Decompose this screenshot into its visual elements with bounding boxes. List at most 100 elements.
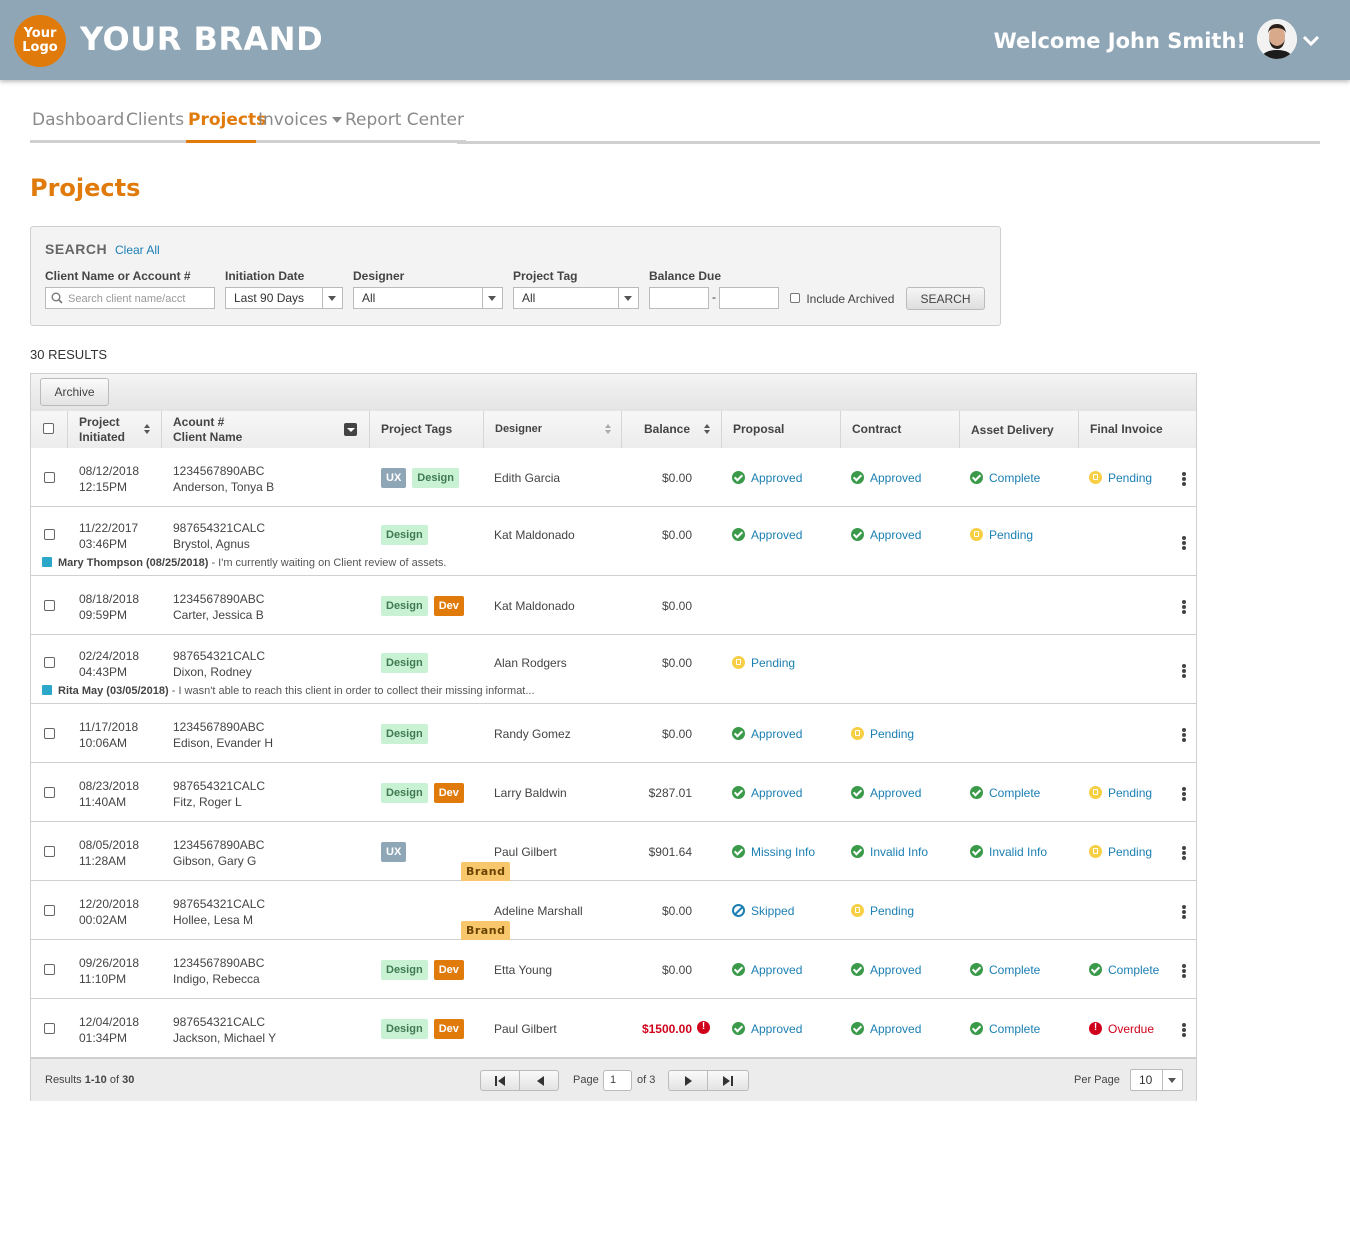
header-project-initiated[interactable]: Project Initiated	[68, 411, 162, 448]
contract-status[interactable]: Approved	[851, 528, 921, 542]
client-name[interactable]: Carter, Jessica B	[173, 608, 264, 622]
asset-status[interactable]: Complete	[970, 471, 1040, 485]
row-checkbox[interactable]	[44, 657, 55, 668]
client-name[interactable]: Fitz, Roger L	[173, 795, 242, 809]
contract-status[interactable]: Approved	[851, 786, 921, 800]
final-status[interactable]: Complete	[1089, 963, 1159, 977]
header-designer[interactable]: Designer	[484, 411, 622, 448]
proposal-status[interactable]: Approved	[732, 1022, 802, 1036]
archive-button[interactable]: Archive	[40, 378, 109, 406]
row-menu-icon[interactable]	[1182, 846, 1186, 860]
first-page-button[interactable]	[480, 1070, 520, 1091]
row-menu-icon[interactable]	[1182, 905, 1186, 919]
row-checkbox[interactable]	[44, 846, 55, 857]
table-row[interactable]: 08/23/2018 11:40AM 987654321CALC Fitz, Roge…	[31, 763, 1196, 822]
contract-status[interactable]: Approved	[851, 471, 921, 485]
row-checkbox[interactable]	[44, 1023, 55, 1034]
row-menu-icon[interactable]	[1182, 728, 1186, 742]
contract-status[interactable]: Approved	[851, 963, 921, 977]
client-name[interactable]: Gibson, Gary G	[173, 854, 256, 868]
client-search-input[interactable]: Search client name/acct	[45, 287, 215, 309]
table-row[interactable]: 08/18/2018 09:59PM 1234567890ABC Carter, Je…	[31, 576, 1196, 635]
next-page-button[interactable]	[668, 1070, 708, 1091]
balance-max-input[interactable]	[719, 287, 779, 309]
contract-status[interactable]: Invalid Info	[851, 845, 928, 859]
client-name[interactable]: Brystol, Agnus	[173, 537, 250, 551]
nav-report-center[interactable]: Report Center	[343, 110, 466, 143]
proposal-status[interactable]: Approved	[732, 528, 802, 542]
sort-icon[interactable]	[605, 424, 611, 436]
select-all-checkbox[interactable]	[43, 423, 54, 434]
balance-min-input[interactable]	[649, 287, 709, 309]
nav-dashboard[interactable]: Dashboard	[30, 110, 127, 143]
client-name[interactable]: Edison, Evander H	[173, 736, 273, 750]
table-row[interactable]: 09/26/2018 11:10PM 1234567890ABC Indigo, Re…	[31, 940, 1196, 999]
client-name[interactable]: Anderson, Tonya B	[173, 480, 274, 494]
row-menu-icon[interactable]	[1182, 787, 1186, 801]
sort-icon[interactable]	[144, 424, 150, 436]
table-row[interactable]: 08/12/2018 12:15PM 1234567890ABC Anderson, …	[31, 448, 1196, 507]
proposal-status[interactable]: Pending	[732, 656, 795, 670]
header-balance[interactable]: Balance	[622, 411, 722, 448]
row-checkbox[interactable]	[44, 472, 55, 483]
last-page-button[interactable]	[707, 1070, 749, 1091]
row-menu-icon[interactable]	[1182, 1023, 1186, 1037]
avatar[interactable]	[1257, 19, 1297, 59]
prev-page-button[interactable]	[519, 1070, 559, 1091]
row-checkbox[interactable]	[44, 600, 55, 611]
row-checkbox[interactable]	[44, 529, 55, 540]
table-row[interactable]: 08/05/2018 11:28AM 1234567890ABC Gibson, Ga…	[31, 822, 1196, 882]
project-tag-select[interactable]: All	[513, 287, 639, 309]
final-status[interactable]: Pending	[1089, 786, 1152, 800]
asset-status[interactable]: Complete	[970, 1022, 1040, 1036]
contract-status[interactable]: Pending	[851, 904, 914, 918]
table-row[interactable]: 12/20/2018 00:02AM 987654321CALC Hollee, Le…	[31, 881, 1196, 941]
initiation-date-select[interactable]: Last 90 Days	[225, 287, 343, 309]
row-menu-icon[interactable]	[1182, 964, 1186, 978]
logo[interactable]: Your Logo	[14, 15, 66, 67]
row-menu-icon[interactable]	[1182, 536, 1186, 550]
row-menu-icon[interactable]	[1182, 472, 1186, 486]
table-row[interactable]: 02/24/2018 04:43PM 987654321CALC Dixon, Rod…	[31, 635, 1196, 704]
row-checkbox[interactable]	[44, 728, 55, 739]
proposal-status[interactable]: Approved	[732, 786, 802, 800]
include-archived-checkbox[interactable]	[790, 293, 800, 303]
final-status[interactable]: Pending	[1089, 471, 1152, 485]
client-name[interactable]: Hollee, Lesa M	[173, 913, 253, 927]
contract-status[interactable]: Approved	[851, 1022, 921, 1036]
nav-clients[interactable]: Clients	[124, 110, 187, 143]
client-name[interactable]: Jackson, Michael Y	[173, 1031, 276, 1045]
proposal-status[interactable]: Approved	[732, 471, 802, 485]
chevron-down-icon[interactable]	[1303, 36, 1319, 46]
final-status[interactable]: Overdue	[1089, 1021, 1154, 1036]
include-archived-option[interactable]: Include Archived	[790, 292, 894, 306]
asset-status[interactable]: Pending	[970, 528, 1033, 542]
table-row[interactable]: 11/17/2018 10:06AM 1234567890ABC Edison, Ev…	[31, 704, 1196, 763]
table-row[interactable]: 12/04/2018 01:34PM 987654321CALC Jackson, M…	[31, 999, 1196, 1058]
row-checkbox[interactable]	[44, 905, 55, 916]
clear-all-link[interactable]: Clear All	[115, 243, 160, 257]
table-row[interactable]: 11/22/2017 03:46PM 987654321CALC Brystol, A…	[31, 507, 1196, 576]
row-menu-icon[interactable]	[1182, 600, 1186, 614]
nav-invoices[interactable]: Invoices	[256, 110, 344, 143]
per-page-select[interactable]: 10	[1130, 1069, 1183, 1091]
asset-status[interactable]: Complete	[970, 963, 1040, 977]
search-button[interactable]: SEARCH	[906, 287, 985, 310]
designer-select[interactable]: All	[353, 287, 503, 309]
proposal-status[interactable]: Missing Info	[732, 845, 815, 859]
row-checkbox[interactable]	[44, 787, 55, 798]
proposal-status[interactable]: Approved	[732, 963, 802, 977]
final-status[interactable]: Pending	[1089, 845, 1152, 859]
sort-icon[interactable]	[704, 424, 710, 436]
header-account-client[interactable]: Acount # Client Name	[162, 411, 370, 448]
client-name[interactable]: Indigo, Rebecca	[173, 972, 260, 986]
asset-status[interactable]: Invalid Info	[970, 845, 1047, 859]
client-name[interactable]: Dixon, Rodney	[173, 665, 252, 679]
row-menu-icon[interactable]	[1182, 664, 1186, 678]
asset-status[interactable]: Complete	[970, 786, 1040, 800]
page-number-input[interactable]: 1	[603, 1070, 632, 1091]
contract-status[interactable]: Pending	[851, 727, 914, 741]
proposal-status[interactable]: Approved	[732, 727, 802, 741]
proposal-status[interactable]: Skipped	[732, 904, 794, 918]
column-menu-icon[interactable]	[344, 423, 357, 436]
